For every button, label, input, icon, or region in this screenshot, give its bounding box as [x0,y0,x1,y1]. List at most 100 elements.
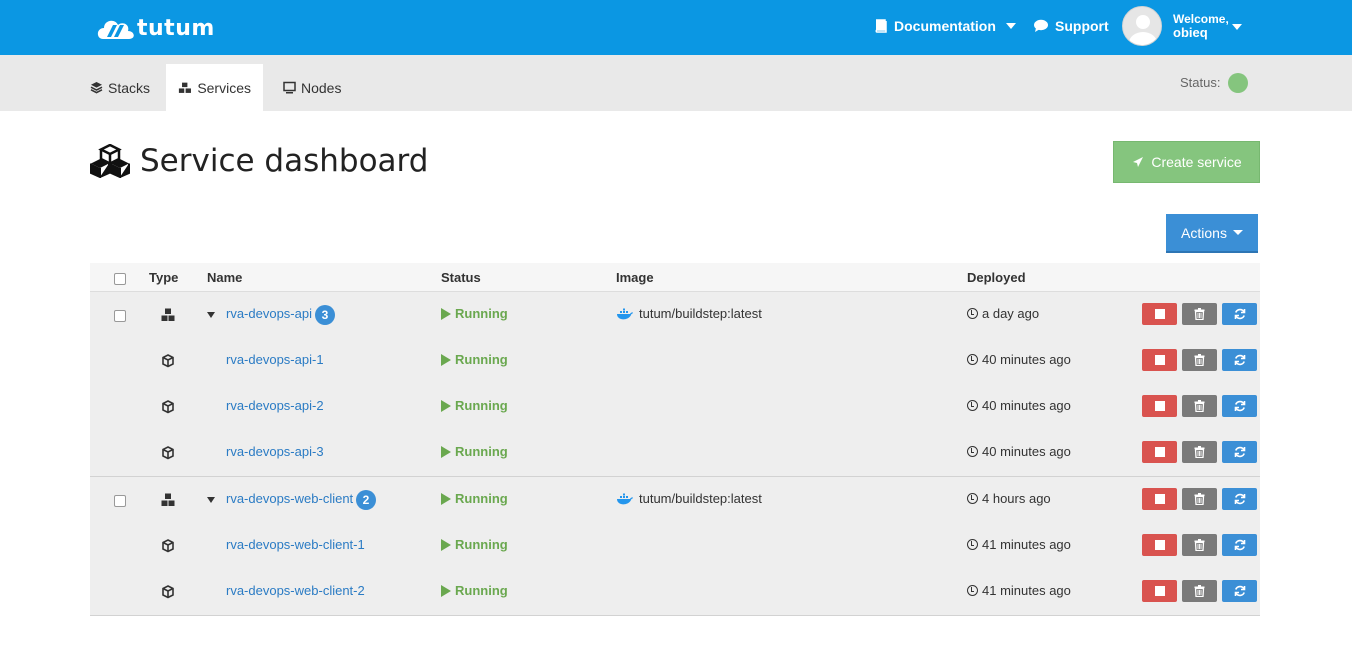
deployed-text: 40 minutes ago [982,444,1071,459]
status-running: Running [441,583,508,598]
status-text: Running [455,583,508,598]
redeploy-button[interactable] [1222,349,1257,371]
play-icon [441,399,451,412]
stop-button[interactable] [1142,441,1177,463]
cloud-logo-icon [97,20,134,39]
deployed-text: a day ago [982,306,1040,321]
layers-icon [90,82,103,94]
delete-button[interactable] [1182,303,1217,325]
redeploy-button[interactable] [1222,395,1257,417]
delete-button[interactable] [1182,349,1217,371]
tutum-logo[interactable]: tutum [95,12,215,44]
trash-icon [1194,400,1205,412]
status-running: Running [441,491,508,506]
status-text: Running [455,444,508,459]
documentation-menu[interactable]: Documentation [874,18,1016,34]
redeploy-button[interactable] [1222,534,1257,556]
status-running: Running [441,537,508,552]
actions-dropdown-button[interactable]: Actions [1166,214,1258,253]
trash-icon [1194,493,1205,505]
container-name-link[interactable]: rva-devops-web-client-2 [226,583,365,598]
stop-button[interactable] [1142,303,1177,325]
tab-nodes[interactable]: Nodes [271,64,353,111]
stop-button[interactable] [1142,534,1177,556]
create-service-button[interactable]: Create service [1113,141,1260,183]
clock-icon [967,400,978,411]
service-name-link[interactable]: rva-devops-api [226,306,312,321]
delete-button[interactable] [1182,395,1217,417]
tab-services-label: Services [197,79,251,96]
container-row: rva-devops-api-3 Running 40 minutes ago [90,430,1260,476]
container-row: rva-devops-api-2 Running 40 minutes ago [90,384,1260,430]
service-name-link[interactable]: rva-devops-web-client [226,491,353,506]
trash-icon [1194,308,1205,320]
docker-whale-icon [617,308,633,319]
refresh-icon [1234,446,1245,458]
redeploy-button[interactable] [1222,303,1257,325]
avatar[interactable] [1122,6,1162,46]
service-cubes-icon [161,493,175,506]
trash-icon [1194,446,1205,458]
brand-name: tutum [137,15,215,41]
stop-button[interactable] [1142,580,1177,602]
delete-button[interactable] [1182,488,1217,510]
play-icon [441,445,451,458]
welcome-text: Welcome, [1173,12,1229,26]
image-text: tutum/buildstep:latest [639,491,762,506]
refresh-icon [1234,308,1245,320]
user-welcome[interactable]: Welcome, obieq [1173,12,1229,40]
play-icon [441,307,451,320]
delete-button[interactable] [1182,534,1217,556]
delete-button[interactable] [1182,580,1217,602]
stop-icon [1154,401,1165,411]
row-checkbox[interactable] [114,495,126,507]
container-count-badge: 2 [356,490,376,510]
deployed-cell: a day ago [967,306,1039,321]
stop-icon [1154,355,1165,365]
stop-icon [1154,309,1165,319]
expand-toggle-icon[interactable] [207,312,215,318]
container-name-link[interactable]: rva-devops-api-2 [226,398,324,413]
container-name-link[interactable]: rva-devops-api-3 [226,444,324,459]
column-image: Image [616,270,654,285]
column-name: Name [207,270,243,285]
container-name-link[interactable]: rva-devops-api-1 [226,352,324,367]
redeploy-button[interactable] [1222,580,1257,602]
user-menu-chevron-icon[interactable] [1232,24,1242,30]
deployed-cell: 41 minutes ago [967,537,1071,552]
deployed-cell: 41 minutes ago [967,583,1071,598]
status-text: Running [455,398,508,413]
support-link[interactable]: Support [1033,18,1109,34]
clock-icon [967,585,978,596]
status-text: Running [455,537,508,552]
service-group: rva-devops-api 3 Running tutum/buildstep:la… [90,292,1260,477]
create-service-label: Create service [1151,154,1242,170]
tab-services[interactable]: Services [166,64,263,111]
delete-button[interactable] [1182,441,1217,463]
redeploy-button[interactable] [1222,441,1257,463]
play-icon [441,584,451,597]
tab-stacks-label: Stacks [108,79,151,96]
cubes-icon [90,144,130,178]
table-body: rva-devops-api 3 Running tutum/buildstep:la… [90,292,1260,616]
status-label: Status: [1180,75,1221,90]
container-cube-icon [162,400,174,414]
play-icon [441,353,451,366]
trash-icon [1194,585,1205,597]
refresh-icon [1234,585,1245,597]
expand-toggle-icon[interactable] [207,497,215,503]
chevron-down-icon [1005,23,1016,29]
redeploy-button[interactable] [1222,488,1257,510]
stop-button[interactable] [1142,395,1177,417]
column-status: Status [441,270,481,285]
stop-button[interactable] [1142,488,1177,510]
refresh-icon [1234,400,1245,412]
container-name-link[interactable]: rva-devops-web-client-1 [226,537,365,552]
service-cubes-icon [161,308,175,321]
stop-button[interactable] [1142,349,1177,371]
select-all-checkbox[interactable] [114,273,126,285]
deployed-cell: 4 hours ago [967,491,1051,506]
tab-stacks[interactable]: Stacks [78,64,162,111]
row-checkbox[interactable] [114,310,126,322]
deployed-cell: 40 minutes ago [967,444,1071,459]
